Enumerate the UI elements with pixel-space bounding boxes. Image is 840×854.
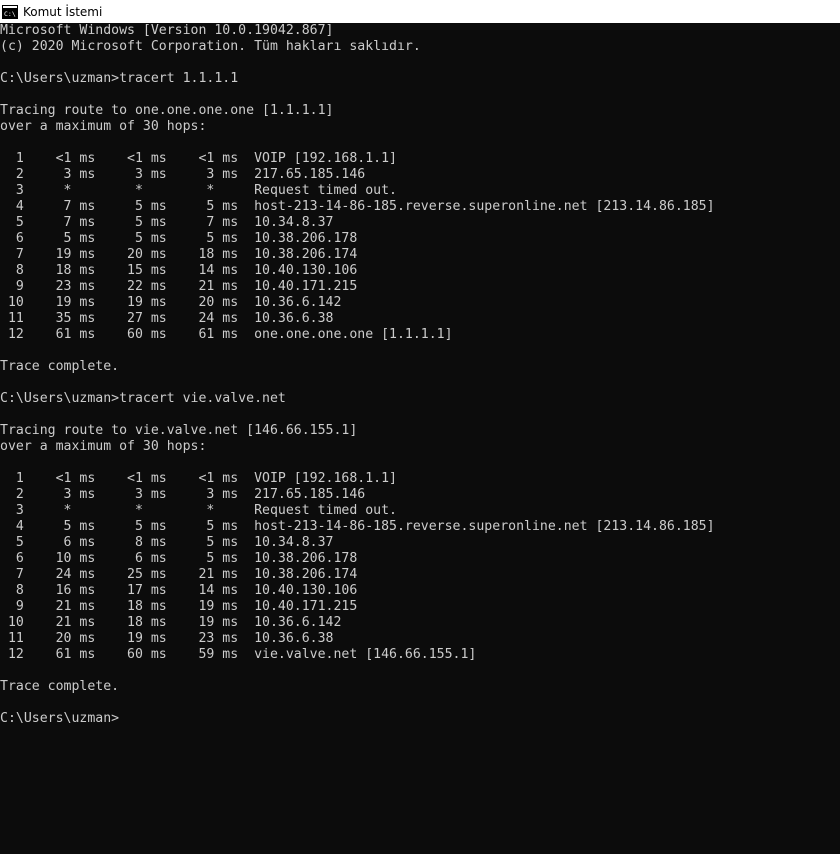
- console-line: Trace complete.: [0, 679, 120, 694]
- console-line: 10 19 ms 19 ms 20 ms 10.36.6.142: [0, 295, 342, 310]
- console-line: C:\Users\uzman>: [0, 711, 120, 726]
- console-line: 5 7 ms 5 ms 7 ms 10.34.8.37: [0, 215, 334, 230]
- console-line: 6 5 ms 5 ms 5 ms 10.38.206.178: [0, 231, 358, 246]
- console-line: C:\Users\uzman>tracert 1.1.1.1: [0, 71, 239, 86]
- console-line: 6 10 ms 6 ms 5 ms 10.38.206.178: [0, 551, 358, 566]
- console-line: 3 * * * Request timed out.: [0, 183, 397, 198]
- console-line: 7 19 ms 20 ms 18 ms 10.38.206.174: [0, 247, 358, 262]
- svg-text:C:\: C:\: [4, 10, 16, 18]
- console-line: 1 <1 ms <1 ms <1 ms VOIP [192.168.1.1]: [0, 151, 397, 166]
- console-line: 7 24 ms 25 ms 21 ms 10.38.206.174: [0, 567, 358, 582]
- console-line: 3 * * * Request timed out.: [0, 503, 397, 518]
- console-line: (c) 2020 Microsoft Corporation. Tüm hakl…: [0, 39, 421, 54]
- console-line: Trace complete.: [0, 359, 120, 374]
- console-output[interactable]: Microsoft Windows [Version 10.0.19042.86…: [0, 23, 840, 854]
- console-line: 9 21 ms 18 ms 19 ms 10.40.171.215: [0, 599, 358, 614]
- command-prompt-window: C:\ Komut İstemi Microsoft Windows [Vers…: [0, 0, 840, 854]
- console-line: 12 61 ms 60 ms 59 ms vie.valve.net [146.…: [0, 647, 477, 662]
- console-line: 2 3 ms 3 ms 3 ms 217.65.185.146: [0, 167, 366, 182]
- console-line: C:\Users\uzman>tracert vie.valve.net: [0, 391, 286, 406]
- console-line: 1 <1 ms <1 ms <1 ms VOIP [192.168.1.1]: [0, 471, 397, 486]
- console-line: 11 35 ms 27 ms 24 ms 10.36.6.38: [0, 311, 334, 326]
- cmd-icon: C:\: [2, 4, 18, 19]
- console-line: Microsoft Windows [Version 10.0.19042.86…: [0, 23, 334, 38]
- console-line: 4 7 ms 5 ms 5 ms host-213-14-86-185.reve…: [0, 199, 715, 214]
- console-line: 9 23 ms 22 ms 21 ms 10.40.171.215: [0, 279, 358, 294]
- console-line: 10 21 ms 18 ms 19 ms 10.36.6.142: [0, 615, 342, 630]
- title-bar[interactable]: C:\ Komut İstemi: [0, 0, 840, 23]
- console-line: 5 6 ms 8 ms 5 ms 10.34.8.37: [0, 535, 334, 550]
- console-line: over a maximum of 30 hops:: [0, 439, 207, 454]
- console-line: 2 3 ms 3 ms 3 ms 217.65.185.146: [0, 487, 366, 502]
- console-line: 8 18 ms 15 ms 14 ms 10.40.130.106: [0, 263, 358, 278]
- console-line: 8 16 ms 17 ms 14 ms 10.40.130.106: [0, 583, 358, 598]
- console-line: 12 61 ms 60 ms 61 ms one.one.one.one [1.…: [0, 327, 453, 342]
- console-line: 4 5 ms 5 ms 5 ms host-213-14-86-185.reve…: [0, 519, 715, 534]
- console-line: 11 20 ms 19 ms 23 ms 10.36.6.38: [0, 631, 334, 646]
- console-line: Tracing route to vie.valve.net [146.66.1…: [0, 423, 358, 438]
- window-title: Komut İstemi: [23, 4, 103, 19]
- console-line: Tracing route to one.one.one.one [1.1.1.…: [0, 103, 334, 118]
- console-line: over a maximum of 30 hops:: [0, 119, 207, 134]
